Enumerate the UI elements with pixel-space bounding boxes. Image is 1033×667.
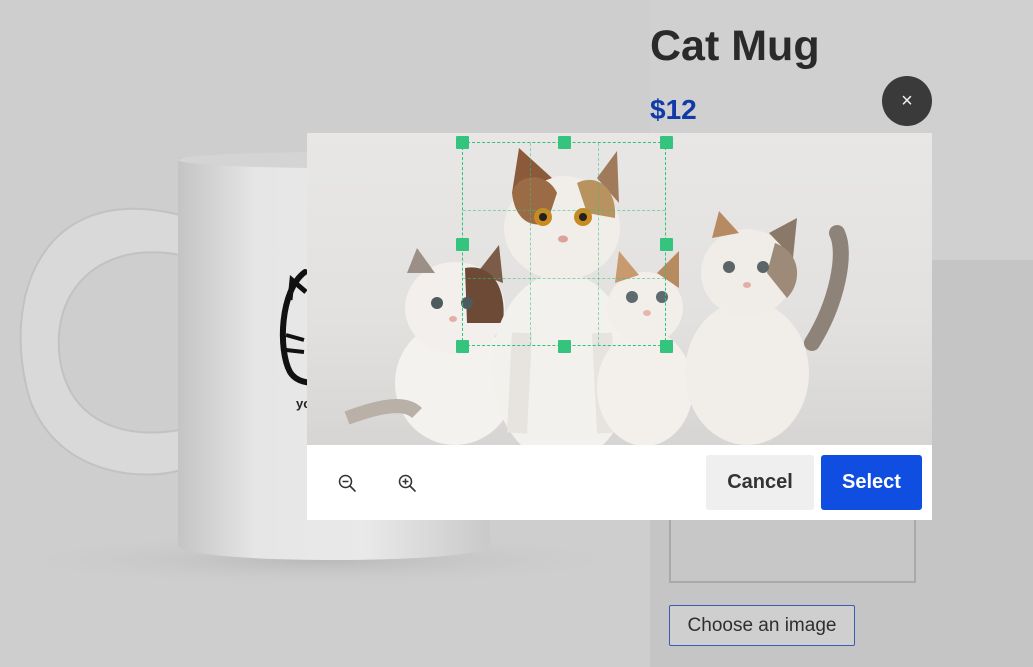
crop-guide-line: [598, 143, 599, 345]
crop-handle-right[interactable]: [660, 238, 673, 251]
crop-handle-left[interactable]: [456, 238, 469, 251]
zoom-in-button[interactable]: [395, 471, 419, 495]
crop-handle-bottom-right[interactable]: [660, 340, 673, 353]
crop-selection-box[interactable]: [456, 136, 673, 353]
cancel-button[interactable]: Cancel: [706, 455, 814, 510]
close-icon: ×: [901, 90, 913, 112]
crop-handle-bottom[interactable]: [558, 340, 571, 353]
product-price: $12: [650, 94, 697, 125]
crop-guide-line: [530, 143, 531, 345]
image-crop-modal: Cancel Select: [307, 133, 932, 520]
zoom-out-icon: [338, 474, 356, 492]
crop-canvas[interactable]: [307, 133, 932, 445]
crop-handle-top[interactable]: [558, 136, 571, 149]
select-button[interactable]: Select: [821, 455, 922, 510]
crop-handle-top-right[interactable]: [660, 136, 673, 149]
crop-toolbar: Cancel Select: [307, 445, 932, 520]
zoom-out-button[interactable]: [335, 471, 359, 495]
crop-handle-top-left[interactable]: [456, 136, 469, 149]
crop-guide-line: [463, 210, 665, 211]
zoom-in-icon: [398, 474, 416, 492]
crop-handle-bottom-left[interactable]: [456, 340, 469, 353]
crop-guide-line: [463, 278, 665, 279]
choose-image-button[interactable]: Choose an image: [669, 605, 855, 646]
product-title: Cat Mug: [650, 22, 820, 70]
close-modal-button[interactable]: ×: [882, 76, 932, 126]
